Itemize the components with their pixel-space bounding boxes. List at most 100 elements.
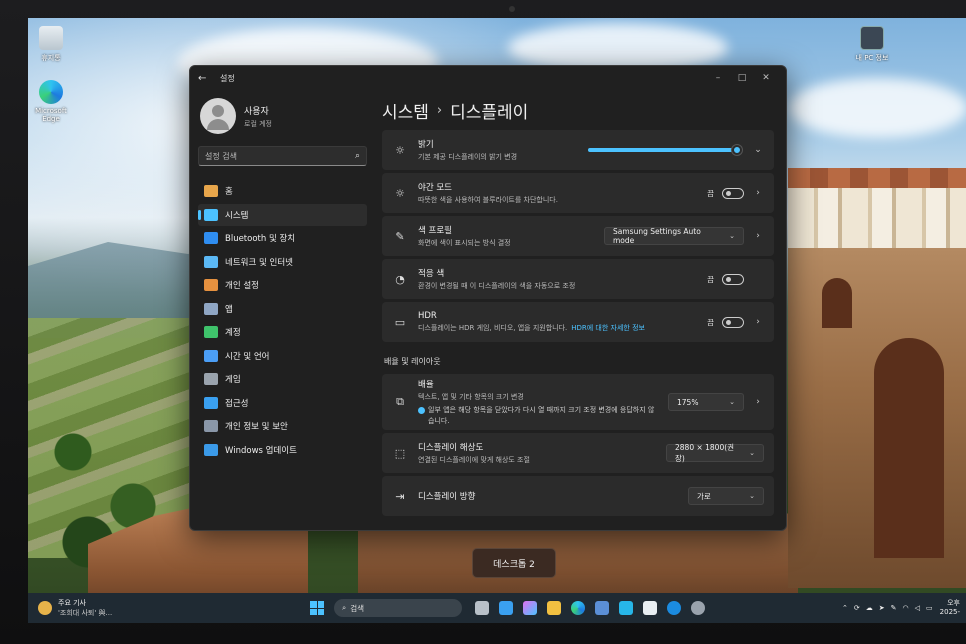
- file-explorer-icon[interactable]: [547, 601, 561, 615]
- chevron-down-icon[interactable]: ⌄: [752, 145, 764, 155]
- webcam: [509, 6, 515, 12]
- chevron-right-icon[interactable]: ›: [752, 317, 764, 327]
- sidebar-item-label: 시스템: [225, 210, 249, 221]
- chevron-right-icon[interactable]: ›: [752, 188, 764, 198]
- chevron-down-icon: ⌄: [729, 398, 735, 406]
- orientation-dropdown[interactable]: 가로 ⌄: [688, 487, 764, 505]
- user-profile[interactable]: 사용자 로컬 계정: [198, 90, 367, 142]
- wifi-icon[interactable]: ◠: [903, 604, 909, 612]
- breadcrumb-parent[interactable]: 시스템: [382, 98, 429, 123]
- sidebar-item-label: 시간 및 언어: [225, 351, 270, 362]
- sidebar-item-11[interactable]: Windows 업데이트: [198, 439, 367, 461]
- palette-icon: ◔: [395, 272, 405, 286]
- weather-icon: [38, 601, 52, 615]
- battery-icon[interactable]: ▭: [926, 604, 933, 612]
- sidebar-item-label: 게임: [225, 375, 241, 385]
- chevron-right-icon[interactable]: ›: [752, 231, 764, 241]
- notes-icon[interactable]: [643, 601, 657, 615]
- bluetooth-icon: [204, 232, 218, 244]
- scale-title: 배율: [418, 379, 434, 390]
- location-icon[interactable]: ➤: [879, 604, 885, 612]
- resolution-dropdown[interactable]: 2880 × 1800(권장) ⌄: [666, 443, 764, 463]
- close-button[interactable]: ✕: [754, 73, 778, 83]
- desktop-icon-pc-info[interactable]: 내 PC 정보: [848, 26, 896, 63]
- start-button[interactable]: [310, 601, 324, 615]
- chevron-right-icon[interactable]: ›: [752, 397, 764, 407]
- sidebar-item-0[interactable]: 홈: [198, 180, 367, 202]
- sidebar-item-1[interactable]: 시스템: [198, 203, 367, 226]
- hdr-card[interactable]: ▭ HDR 디스플레이는 HDR 게임, 비디오, 앱을 지원합니다. HDR에 …: [382, 302, 774, 342]
- sidebar-item-10[interactable]: 개인 정보 및 보안: [198, 415, 367, 437]
- breadcrumb: 시스템 › 디스플레이: [382, 90, 774, 130]
- night-light-icon: ☼: [395, 186, 405, 200]
- resolution-icon: ⬚: [394, 446, 406, 460]
- night-light-toggle[interactable]: [722, 187, 744, 199]
- color-profile-dropdown[interactable]: Samsung Settings Auto mode ⌄: [604, 227, 744, 245]
- adaptive-color-card: ◔ 적응 색 환경이 변경될 때 이 디스플레이의 색을 자동으로 조정 끔: [382, 259, 774, 299]
- store-icon[interactable]: [595, 601, 609, 615]
- hdr-learn-more-link[interactable]: HDR에 대한 자세한 정보: [571, 324, 645, 332]
- minimize-button[interactable]: –: [706, 73, 730, 83]
- sidebar-item-4[interactable]: 개인 설정: [198, 274, 367, 296]
- pen-tray-icon[interactable]: ✎: [891, 604, 897, 612]
- sidebar-item-2[interactable]: Bluetooth 및 장치: [198, 227, 367, 249]
- night-light-card[interactable]: ☼ 야간 모드 따뜻한 색을 사용하여 블루라이트를 차단합니다. 끔 ›: [382, 173, 774, 213]
- back-arrow-icon[interactable]: ←: [198, 73, 212, 84]
- night-light-sub: 따뜻한 색을 사용하여 블루라이트를 차단합니다.: [418, 196, 558, 204]
- news-widget[interactable]: 주요 기사 '조희대 사퇴' 與...: [28, 598, 158, 618]
- chat-icon[interactable]: [619, 601, 633, 615]
- volume-icon[interactable]: ◁: [915, 604, 920, 612]
- task-view-icon[interactable]: [475, 601, 489, 615]
- sidebar-item-3[interactable]: 네트워크 및 인터넷: [198, 251, 367, 273]
- maximize-button[interactable]: □: [730, 73, 754, 83]
- copilot-app-icon[interactable]: [523, 601, 537, 615]
- sidebar-item-5[interactable]: 앱: [198, 298, 367, 320]
- adaptive-color-title: 적응 색: [418, 269, 445, 279]
- desktop-icon-label: 휴지통: [41, 54, 61, 62]
- messenger-icon[interactable]: [667, 601, 681, 615]
- settings-search-input[interactable]: 설정 검색 ⌕: [198, 146, 367, 166]
- sidebar-item-label: 앱: [225, 304, 233, 315]
- edge-icon: [39, 80, 63, 104]
- sidebar-item-8[interactable]: 게임: [198, 368, 367, 390]
- hdr-icon: ▭: [394, 315, 406, 329]
- color-profile-title: 색 프로필: [418, 226, 452, 236]
- taskbar-search[interactable]: ⌕ 검색: [334, 599, 462, 617]
- hdr-toggle[interactable]: [722, 316, 744, 328]
- gamepad-icon: [204, 373, 218, 385]
- brightness-slider[interactable]: [588, 145, 742, 155]
- adaptive-color-state: 끔: [707, 274, 714, 284]
- apps-icon: [204, 302, 218, 315]
- sidebar-item-9[interactable]: 접근성: [198, 392, 367, 414]
- edge-taskbar-icon[interactable]: [571, 601, 585, 615]
- color-profile-value: Samsung Settings Auto mode: [613, 227, 701, 245]
- chevron-down-icon: ⌄: [729, 232, 735, 240]
- clock[interactable]: 오후 2025-: [940, 599, 960, 617]
- main-content: 시스템 › 디스플레이 ☼ 밝기 기본 제공 디스플레이의 밝기 변경 ⌄ ☼ …: [380, 90, 786, 530]
- brightness-slider-thumb[interactable]: [732, 145, 742, 155]
- orientation-icon: ⇥: [395, 489, 405, 503]
- desktop-icon-label: 내 PC 정보: [855, 54, 889, 62]
- scale-card: ⧉ 배율 텍스트, 앱 및 기타 항목의 크기 변경 일부 앱은 해당 항목을 …: [382, 374, 774, 430]
- sidebar-item-label: Windows 업데이트: [225, 445, 297, 456]
- info-dot-icon: [418, 406, 425, 414]
- chevron-up-icon[interactable]: ⌃: [842, 604, 848, 612]
- sidebar-item-label: Bluetooth 및 장치: [225, 234, 296, 244]
- adaptive-color-toggle[interactable]: [722, 273, 744, 285]
- desktop-switch-button[interactable]: 데스크톱 2: [472, 548, 556, 578]
- settings-taskbar-icon[interactable]: [691, 601, 705, 615]
- desktop-icon-recycle-bin[interactable]: 휴지통: [27, 26, 75, 63]
- chevron-down-icon: ⌄: [749, 492, 755, 500]
- copilot-icon[interactable]: [499, 601, 513, 615]
- brush-icon: [204, 279, 218, 291]
- cloud-icon[interactable]: ☁: [866, 604, 873, 612]
- sidebar-item-7[interactable]: 시간 및 언어: [198, 345, 367, 367]
- desktop-icon-label: Microsoft Edge: [35, 107, 67, 123]
- desktop-icon-edge[interactable]: Microsoft Edge: [27, 80, 75, 123]
- sync-icon[interactable]: ⟳: [854, 604, 860, 612]
- scale-warning: 일부 앱은 해당 항목을 닫았다가 다시 열 때까지 크기 조정 변경에 응답하…: [418, 405, 668, 427]
- hdr-state: 끔: [707, 317, 714, 327]
- scale-dropdown[interactable]: 175% ⌄: [668, 393, 744, 411]
- sidebar-item-6[interactable]: 계정: [198, 321, 367, 343]
- hdr-title: HDR: [418, 311, 437, 321]
